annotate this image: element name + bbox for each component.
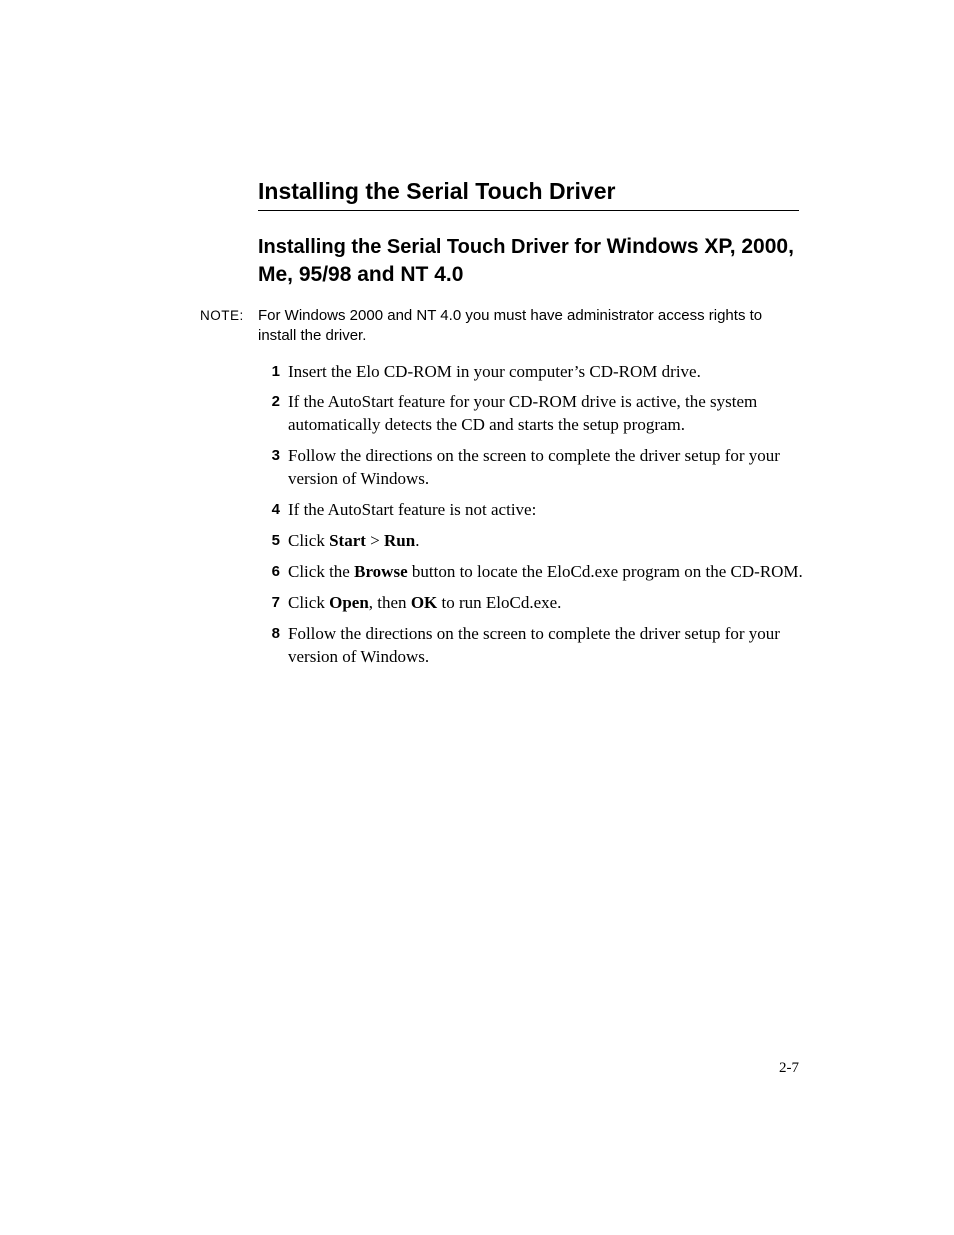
text: If the AutoStart feature is not active: [288, 500, 536, 519]
step-text: Insert the Elo CD-ROM in your computer’s… [288, 361, 804, 384]
subsection-heading: Installing the Serial Touch Driver for W… [258, 233, 799, 288]
note-block: NOTE: For Windows 2000 and NT 4.0 you mu… [200, 306, 799, 347]
step-number: 3 [258, 445, 280, 466]
bold-text: Run [384, 531, 415, 550]
step-item: 5 Click Start > Run. [258, 530, 804, 553]
step-number: 7 [258, 592, 280, 613]
step-text: Click Open, then OK to run EloCd.exe. [288, 592, 804, 615]
page: Installing the Serial Touch Driver Insta… [0, 0, 954, 1235]
steps-list: 1 Insert the Elo CD-ROM in your computer’… [258, 361, 804, 669]
subsection-heading-prefix: Installing the Serial Touch Driver for [258, 236, 607, 258]
bold-text: Browse [354, 562, 408, 581]
step-number: 6 [258, 561, 280, 582]
bold-text: OK [411, 593, 437, 612]
text: Click the [288, 562, 354, 581]
step-item: 2 If the AutoStart feature for your CD-RO… [258, 391, 804, 437]
text: to run EloCd.exe. [437, 593, 561, 612]
step-number: 5 [258, 530, 280, 551]
bold-text: Open [329, 593, 369, 612]
text: , then [369, 593, 411, 612]
step-text: Click Start > Run. [288, 530, 804, 553]
text: Insert the Elo CD-ROM in your computer’s… [288, 362, 701, 381]
step-item: 4 If the AutoStart feature is not active: [258, 499, 804, 522]
note-label: NOTE: [200, 306, 258, 325]
text: Follow the directions on the screen to c… [288, 446, 780, 488]
step-number: 1 [258, 361, 280, 382]
text: Click [288, 593, 329, 612]
text: > [366, 531, 384, 550]
step-text: If the AutoStart feature for your CD-ROM… [288, 391, 804, 437]
step-item: 3 Follow the directions on the screen to … [258, 445, 804, 491]
step-number: 4 [258, 499, 280, 520]
note-text: For Windows 2000 and NT 4.0 you must hav… [258, 306, 799, 347]
step-item: 7 Click Open, then OK to run EloCd.exe. [258, 592, 804, 615]
step-text: Follow the directions on the screen to c… [288, 445, 804, 491]
page-number: 2-7 [779, 1060, 799, 1077]
text: If the AutoStart feature for your CD-ROM… [288, 392, 757, 434]
bold-text: Start [329, 531, 366, 550]
step-item: 1 Insert the Elo CD-ROM in your computer’… [258, 361, 804, 384]
step-number: 2 [258, 391, 280, 412]
step-text: Click the Browse button to locate the El… [288, 561, 804, 584]
text: . [415, 531, 419, 550]
step-text: If the AutoStart feature is not active: [288, 499, 804, 522]
section-heading: Installing the Serial Touch Driver [258, 178, 799, 211]
step-item: 6 Click the Browse button to locate the E… [258, 561, 804, 584]
text: Follow the directions on the screen to c… [288, 624, 780, 666]
step-item: 8 Follow the directions on the screen to … [258, 623, 804, 669]
step-number: 8 [258, 623, 280, 644]
step-text: Follow the directions on the screen to c… [288, 623, 804, 669]
text: Click [288, 531, 329, 550]
text: button to locate the EloCd.exe program o… [408, 562, 803, 581]
